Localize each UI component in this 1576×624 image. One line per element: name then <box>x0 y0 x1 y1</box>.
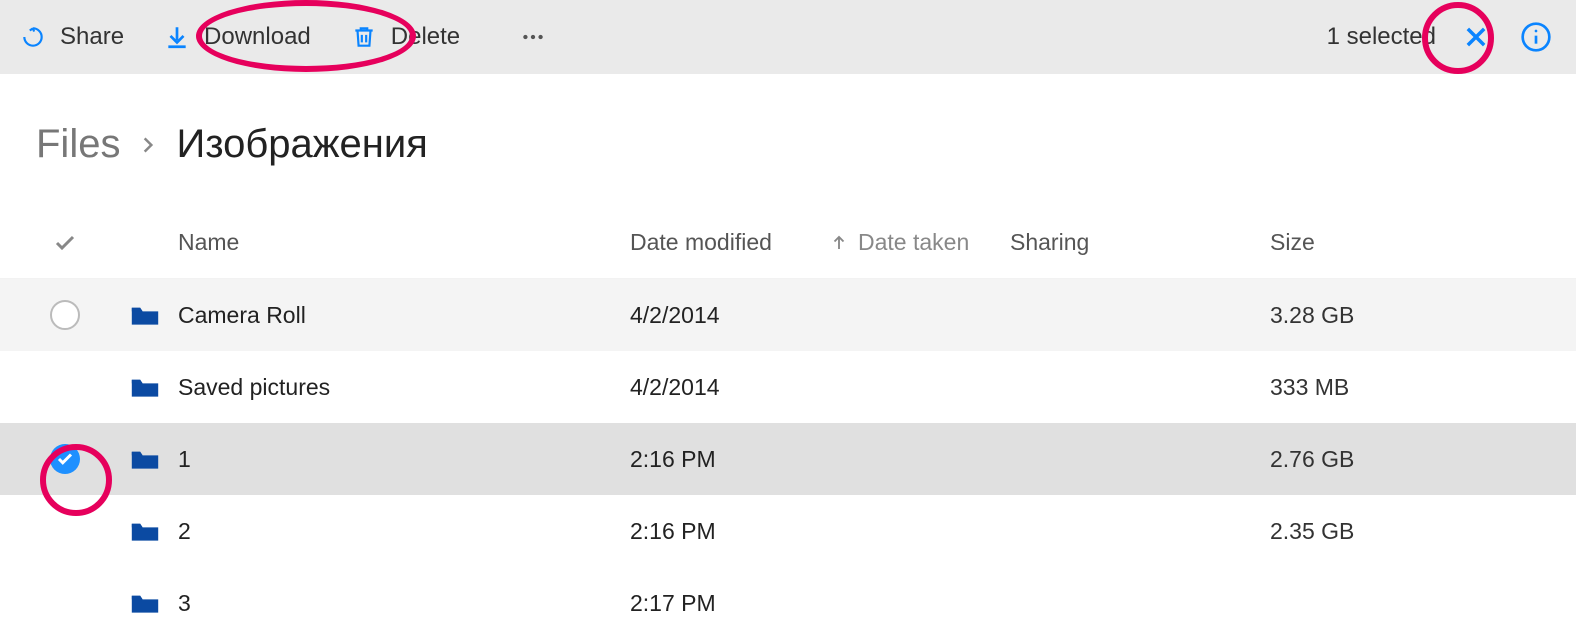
delete-label: Delete <box>391 23 460 51</box>
row-date-modified: 2:16 PM <box>630 446 830 473</box>
share-label: Share <box>60 23 124 51</box>
column-date-modified[interactable]: Date modified <box>630 229 830 256</box>
row-name-cell[interactable]: Camera Roll <box>130 302 630 329</box>
details-pane-button[interactable] <box>1516 17 1556 57</box>
select-all-header[interactable] <box>0 231 130 255</box>
trash-icon <box>351 24 377 50</box>
breadcrumb-current: Изображения <box>176 122 427 167</box>
share-button[interactable]: Share <box>20 23 124 51</box>
row-size: 2.35 GB <box>1270 518 1576 545</box>
row-name-cell[interactable]: 1 <box>130 446 630 473</box>
table-row[interactable]: Camera Roll 4/2/2014 3.28 GB <box>0 279 1576 351</box>
row-size: 2.76 GB <box>1270 446 1576 473</box>
row-checkbox[interactable] <box>0 444 130 474</box>
share-icon <box>20 24 46 50</box>
table-row[interactable]: 1 2:16 PM 2.76 GB <box>0 423 1576 495</box>
table-row[interactable]: 2 2:16 PM 2.35 GB <box>0 495 1576 567</box>
sort-asc-icon <box>830 234 848 252</box>
row-name-cell[interactable]: 2 <box>130 518 630 545</box>
command-bar-left: Share Download Delete <box>20 23 546 51</box>
column-date-taken-label: Date taken <box>858 229 969 256</box>
delete-button[interactable]: Delete <box>351 23 460 51</box>
table-row[interactable]: 3 2:17 PM <box>0 567 1576 624</box>
item-name: 2 <box>178 518 191 545</box>
item-name: Camera Roll <box>178 302 306 329</box>
download-icon <box>164 24 190 50</box>
folder-icon <box>130 591 160 615</box>
column-size[interactable]: Size <box>1270 229 1576 256</box>
folder-icon <box>130 303 160 327</box>
row-date-modified: 4/2/2014 <box>630 302 830 329</box>
row-date-modified: 2:17 PM <box>630 590 830 617</box>
close-icon <box>1462 23 1490 51</box>
more-button[interactable] <box>520 24 546 50</box>
row-size: 333 MB <box>1270 374 1576 401</box>
column-sharing[interactable]: Sharing <box>1010 229 1270 256</box>
folder-icon <box>130 519 160 543</box>
row-checkbox[interactable] <box>0 300 130 330</box>
row-name-cell[interactable]: Saved pictures <box>130 374 630 401</box>
item-name: 3 <box>178 590 191 617</box>
row-date-modified: 4/2/2014 <box>630 374 830 401</box>
row-size: 3.28 GB <box>1270 302 1576 329</box>
download-button[interactable]: Download <box>164 23 311 51</box>
item-name: Saved pictures <box>178 374 330 401</box>
clear-selection-button[interactable] <box>1456 17 1496 57</box>
file-table: Name Date modified Date taken Sharing Si… <box>0 207 1576 624</box>
chevron-right-icon <box>138 135 158 155</box>
item-name: 1 <box>178 446 191 473</box>
command-bar-right: 1 selected <box>1327 17 1556 57</box>
command-bar: Share Download Delete <box>0 0 1576 74</box>
breadcrumb-root[interactable]: Files <box>36 122 120 167</box>
breadcrumb: Files Изображения <box>0 74 1576 207</box>
column-date-taken[interactable]: Date taken <box>830 229 1010 256</box>
row-date-modified: 2:16 PM <box>630 518 830 545</box>
column-name[interactable]: Name <box>130 229 630 256</box>
selection-count: 1 selected <box>1327 23 1436 51</box>
folder-icon <box>130 375 160 399</box>
folder-icon <box>130 447 160 471</box>
table-header: Name Date modified Date taken Sharing Si… <box>0 207 1576 279</box>
table-row[interactable]: Saved pictures 4/2/2014 333 MB <box>0 351 1576 423</box>
row-name-cell[interactable]: 3 <box>130 590 630 617</box>
download-label: Download <box>204 23 311 51</box>
info-icon <box>1520 21 1552 53</box>
more-icon <box>520 24 546 50</box>
